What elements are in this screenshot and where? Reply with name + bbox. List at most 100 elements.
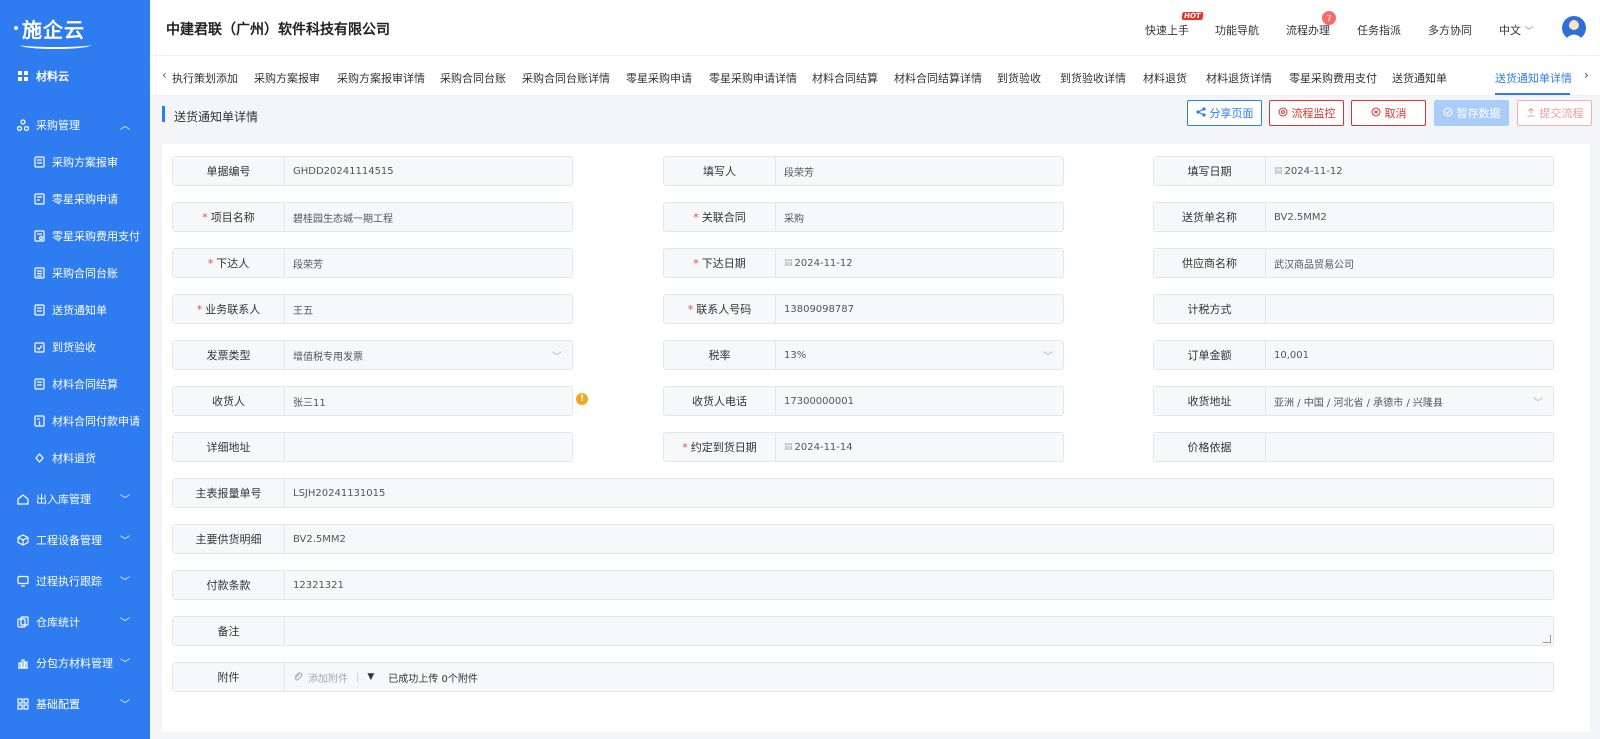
sidebar-item-equipment[interactable]: 工程设备管理 ﹀ xyxy=(0,528,150,552)
sidebar-item-delivery-notice[interactable]: 送货通知单 xyxy=(0,298,150,322)
project-input[interactable]: 碧桂园生态城一期工程 xyxy=(285,203,572,231)
field-tax-rate: 税率 13% ﹀ xyxy=(663,340,1064,370)
field-label: 主要供货明细 xyxy=(173,525,285,553)
sidebar-item-contract-settlement[interactable]: 材料合同结算 xyxy=(0,372,150,396)
tab-sporadic-apply-detail[interactable]: 零星采购申请详情 xyxy=(709,70,797,86)
home-icon xyxy=(16,492,30,506)
doc-no-input[interactable]: GHDD20241114515 xyxy=(285,157,572,185)
sidebar-item-material-cloud[interactable]: 材料云 xyxy=(0,64,150,88)
order-amount-input[interactable]: 10,001 xyxy=(1266,341,1553,369)
receiver-input[interactable]: 张三11 xyxy=(285,387,572,415)
filler-input[interactable]: 段荣芳 xyxy=(776,157,1063,185)
sidebar-item-label: 材料退货 xyxy=(52,452,96,465)
nav-task-assign[interactable]: 任务指派 xyxy=(1357,22,1401,38)
agreed-date-value: 2024-11-14 xyxy=(794,441,853,453)
receive-addr-select[interactable]: 亚洲 / 中国 / 河北省 / 承德市 / 兴隆县 ﹀ xyxy=(1266,387,1553,415)
issuer-input[interactable]: 段荣芳 xyxy=(285,249,572,277)
tab-purchase-plan-detail[interactable]: 采购方案报审详情 xyxy=(337,70,425,86)
tab-contract-ledger-detail[interactable]: 采购合同台账详情 xyxy=(522,70,610,86)
cancel-button[interactable]: 取消 xyxy=(1351,100,1426,126)
nav-collaboration[interactable]: 多方协同 xyxy=(1428,22,1472,38)
hot-badge: HOT xyxy=(1181,12,1204,20)
chevron-down-icon: ﹀ xyxy=(1533,398,1543,409)
process-monitor-button[interactable]: 流程监控 xyxy=(1269,100,1344,126)
sidebar-item-inout[interactable]: 出入库管理 ﹀ xyxy=(0,487,150,511)
payment-input[interactable]: 12321321 xyxy=(285,571,1553,599)
tabs-prev-icon[interactable]: ‹ xyxy=(162,68,167,82)
field-doc-no: 单据编号 GHDD20241114515 xyxy=(172,156,573,186)
sidebar-item-warehouse-stats[interactable]: 仓库统计 ﹀ xyxy=(0,610,150,634)
tab-contract-ledger[interactable]: 采购合同台账 xyxy=(440,70,506,86)
add-attachment-button[interactable]: 添加附件 xyxy=(293,670,348,685)
nav-process[interactable]: 流程办理 xyxy=(1286,22,1330,38)
sidebar-item-label: 零星采购费用支付 xyxy=(52,230,140,243)
receiver-phone-input[interactable]: 17300000001 xyxy=(776,387,1063,415)
remark-textarea[interactable] xyxy=(285,617,1553,645)
logo: 施企云 xyxy=(0,0,150,56)
submit-process-button[interactable]: 提交流程 xyxy=(1517,100,1592,126)
tab-delivery-notice-detail[interactable]: 送货通知单详情 xyxy=(1495,70,1572,86)
issue-date-input[interactable]: ▤ 2024-11-12 xyxy=(776,249,1063,277)
invoice-type-select[interactable]: 增值税专用发票 ﹀ xyxy=(285,341,572,369)
sidebar-item-base-config[interactable]: 基础配置 ﹀ xyxy=(0,692,150,716)
supplier-input[interactable]: 武汉商品贸易公司 xyxy=(1266,249,1553,277)
main-detail-input[interactable]: BV2.5MM2 xyxy=(285,525,1553,553)
resize-handle-icon[interactable] xyxy=(1543,635,1551,643)
field-invoice-type: 发票类型 增值税专用发票 ﹀ xyxy=(172,340,573,370)
sidebar-item-label: 零星采购申请 xyxy=(52,193,118,206)
price-basis-input[interactable] xyxy=(1266,433,1553,461)
tabs-next-icon[interactable]: › xyxy=(1584,68,1589,82)
tab-sporadic-payment[interactable]: 零星采购费用支付 xyxy=(1289,70,1377,86)
tab-return-detail[interactable]: 材料退货详情 xyxy=(1206,70,1272,86)
sidebar-item-process-track[interactable]: 过程执行跟踪 ﹀ xyxy=(0,569,150,593)
field-contact-phone: * 联系人号码 13809098787 xyxy=(663,294,1064,324)
sidebar-item-subcontract[interactable]: 分包方材料管理 ﹀ xyxy=(0,651,150,675)
detail-addr-input[interactable] xyxy=(285,433,572,461)
sidebar-item-sporadic-apply[interactable]: 零星采购申请 xyxy=(0,187,150,211)
fill-date-input[interactable]: ▤ 2024-11-12 xyxy=(1266,157,1553,185)
tab-arrival-detail[interactable]: 到货验收详情 xyxy=(1060,70,1126,86)
field-project: * 项目名称 碧桂园生态城一期工程 xyxy=(172,202,573,232)
save-draft-button[interactable]: 暂存数据 xyxy=(1434,100,1509,126)
avatar[interactable] xyxy=(1562,16,1586,40)
tax-rate-select[interactable]: 13% ﹀ xyxy=(776,341,1063,369)
sidebar-item-purchase-mgmt[interactable]: 采购管理 ︿ xyxy=(0,113,150,137)
caret-down-icon[interactable]: ▼ xyxy=(367,672,374,682)
tab-sporadic-apply[interactable]: 零星采购申请 xyxy=(626,70,692,86)
logo-dot-icon xyxy=(14,26,18,30)
contact-input[interactable]: 王五 xyxy=(285,295,572,323)
page-header: 送货通知单详情 分享页面 流程监控 取消 暂存数据 提交流程 xyxy=(162,98,1592,134)
sidebar-item-sporadic-payment[interactable]: 零星采购费用支付 xyxy=(0,224,150,248)
tab-settlement[interactable]: 材料合同结算 xyxy=(812,70,878,86)
sidebar-item-arrival-check[interactable]: 到货验收 xyxy=(0,335,150,359)
nav-function[interactable]: 功能导航 xyxy=(1215,22,1259,38)
main-list-input[interactable]: LSJH20241131015 xyxy=(285,479,1553,507)
warning-icon[interactable]: ! xyxy=(576,393,588,405)
contract-input[interactable]: 采购 xyxy=(776,203,1063,231)
cancel-button-label: 取消 xyxy=(1384,107,1407,120)
sidebar-item-material-return[interactable]: 材料退货 xyxy=(0,446,150,470)
contact-phone-input[interactable]: 13809098787 xyxy=(776,295,1063,323)
submit-button-label: 提交流程 xyxy=(1539,107,1584,120)
sidebar-item-contract-ledger[interactable]: 采购合同台账 xyxy=(0,261,150,285)
share-button[interactable]: 分享页面 xyxy=(1187,100,1262,126)
chevron-down-icon: ﹀ xyxy=(120,495,130,506)
sidebar-item-purchase-plan[interactable]: 采购方案报审 xyxy=(0,150,150,174)
tab-settlement-detail[interactable]: 材料合同结算详情 xyxy=(894,70,982,86)
field-order-amount: 订单金额 10,001 xyxy=(1153,340,1554,370)
tab-return[interactable]: 材料退货 xyxy=(1143,70,1187,86)
nav-quick-start[interactable]: 快速上手 xyxy=(1145,22,1189,38)
tax-method-input[interactable] xyxy=(1266,295,1553,323)
contact-phone-label: 联系人号码 xyxy=(696,303,752,316)
monitor-button-label: 流程监控 xyxy=(1291,107,1336,120)
tab-delivery-notice[interactable]: 送货通知单 xyxy=(1392,70,1447,86)
sidebar-item-contract-payment[interactable]: 材料合同付款申请 xyxy=(0,409,150,433)
language-select[interactable]: 中文 ﹀ xyxy=(1499,22,1534,38)
agreed-date-input[interactable]: ▤ 2024-11-14 xyxy=(776,433,1063,461)
delivery-name-input[interactable]: BV2.5MM2 xyxy=(1266,203,1553,231)
calendar-icon: ▤ xyxy=(784,442,793,452)
copy-icon xyxy=(16,615,30,629)
tab-plan-add[interactable]: 执行策划添加 xyxy=(172,70,238,86)
tab-arrival[interactable]: 到货验收 xyxy=(997,70,1041,86)
tab-purchase-plan[interactable]: 采购方案报审 xyxy=(254,70,320,86)
